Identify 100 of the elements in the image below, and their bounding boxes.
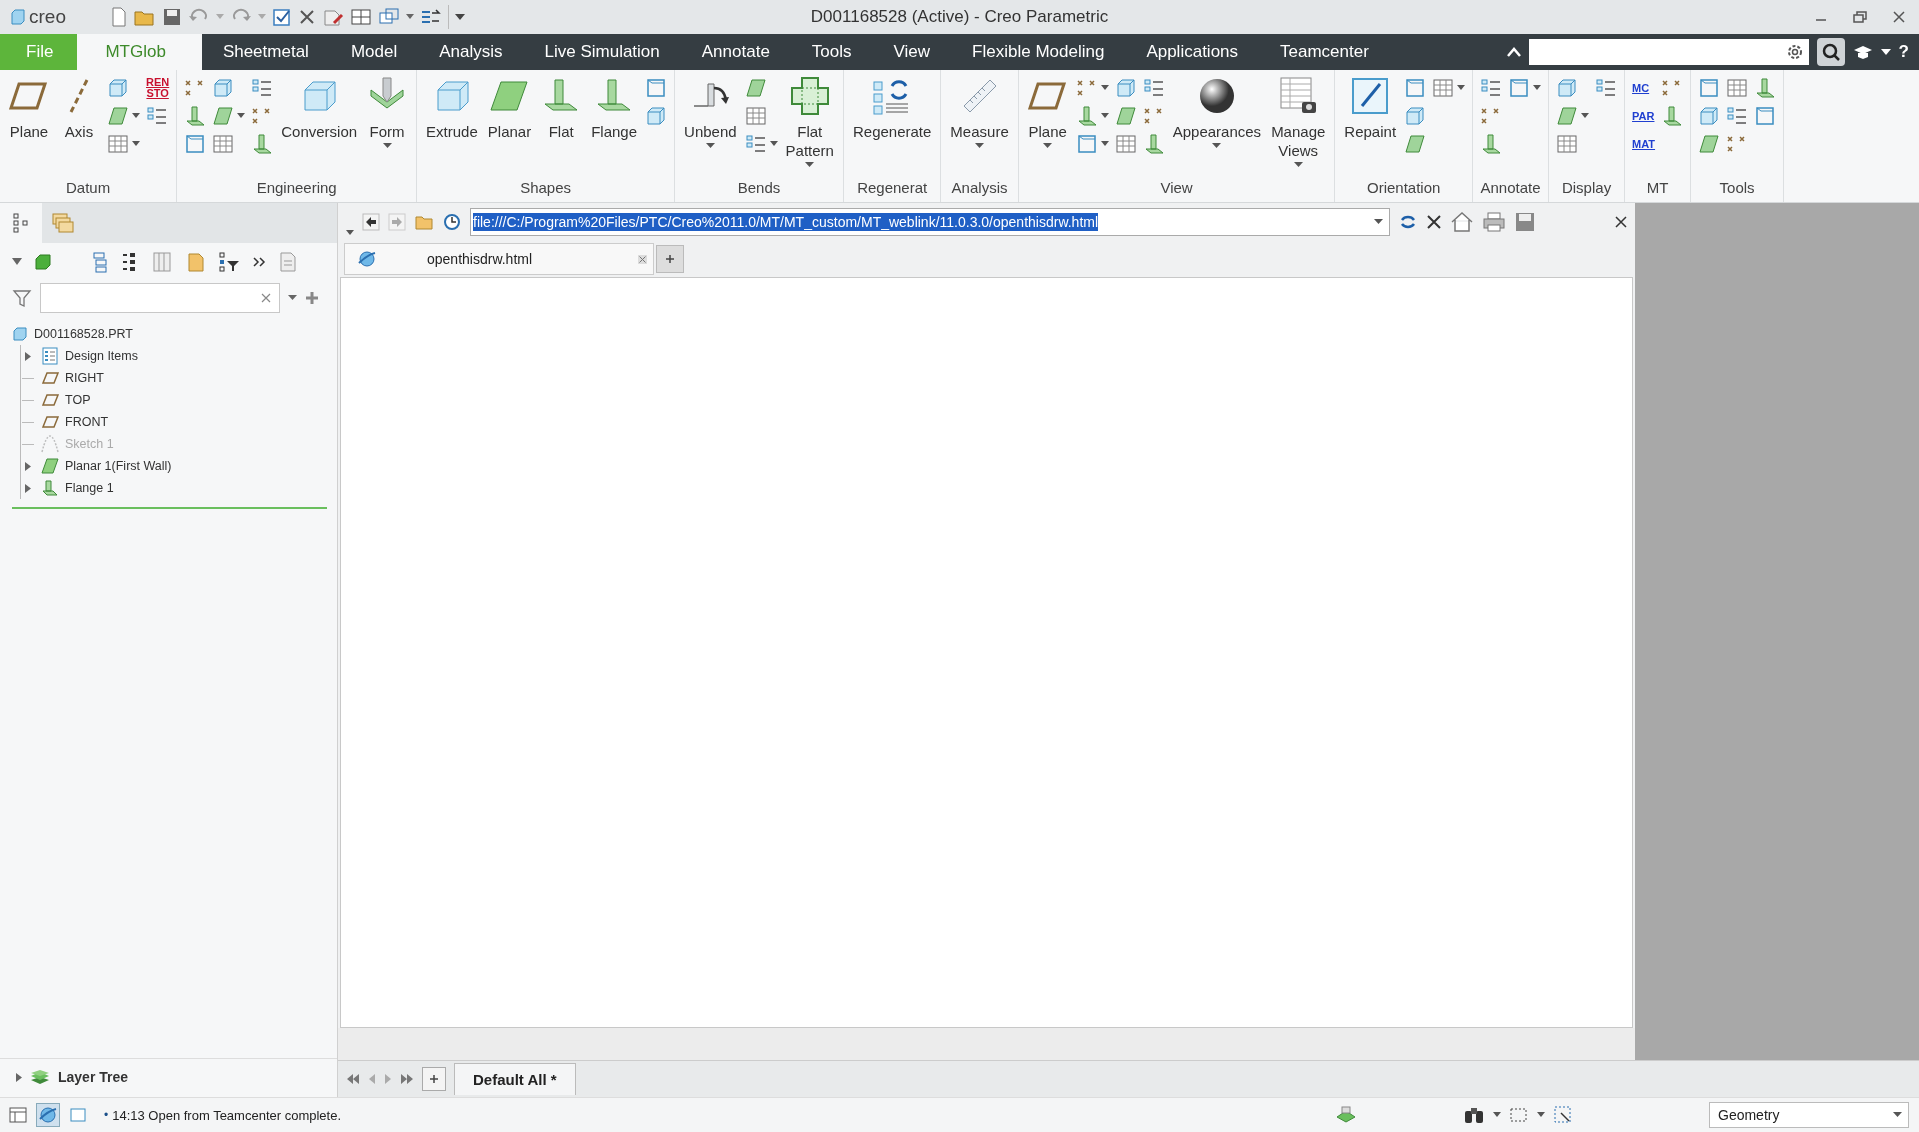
tree-item[interactable]: Flange 1 (65, 481, 114, 495)
text-tool-icon[interactable]: PAR (1632, 110, 1656, 122)
tool-button[interactable] (1114, 133, 1137, 155)
caret-icon[interactable] (1374, 219, 1383, 225)
expand-arrow-icon[interactable] (16, 1072, 22, 1082)
tool-button[interactable] (1404, 133, 1427, 155)
grid-icon[interactable] (350, 7, 372, 27)
ribbon-button[interactable]: Appearances (1170, 74, 1264, 151)
expand-arrow-icon[interactable] (25, 461, 31, 471)
tool-button[interactable] (107, 133, 140, 155)
selection-box-icon[interactable] (1553, 1105, 1573, 1125)
tool-button[interactable] (1404, 105, 1427, 127)
selection-box-icon[interactable] (1509, 1106, 1529, 1124)
ribbon-button[interactable]: Plane (1025, 74, 1070, 151)
previous-icon[interactable] (368, 1074, 376, 1084)
tool-button[interactable] (645, 77, 668, 99)
tool-button[interactable] (251, 77, 274, 99)
caret-icon[interactable] (455, 13, 465, 21)
ribbon-button[interactable]: Unbend (682, 74, 739, 151)
window-tab[interactable]: Default All * (454, 1063, 576, 1095)
ribbon-button[interactable]: Flange (589, 74, 640, 143)
caret-icon[interactable] (346, 230, 354, 235)
ribbon-button[interactable]: Flat Pattern (783, 74, 836, 170)
tool-button[interactable] (1754, 77, 1777, 99)
model-tree-tab[interactable] (0, 203, 42, 243)
ribbon-tab[interactable]: Teamcenter (1259, 34, 1390, 70)
url-field[interactable]: file:///C:/Program%20Files/PTC/Creo%2011.0/MT/MT_custom/MT_weblink/11.0.3.0/openthisdrw.html (470, 208, 1390, 236)
tree-item[interactable]: RIGHT (65, 371, 104, 385)
tool-button[interactable] (1698, 105, 1721, 127)
stop-icon[interactable] (1426, 214, 1442, 230)
tool-button[interactable] (1480, 77, 1503, 99)
first-icon[interactable] (346, 1074, 360, 1084)
browser-tab[interactable]: openthisdrw.html (344, 243, 654, 275)
text-tool-icon[interactable]: REN STO (146, 77, 170, 99)
ribbon-tab[interactable]: Analysis (418, 34, 524, 70)
tool-button[interactable] (1661, 105, 1684, 127)
binoculars-icon[interactable] (1463, 1105, 1485, 1125)
history-icon[interactable] (442, 212, 462, 232)
ribbon-button[interactable]: Measure (948, 74, 1011, 151)
help-button[interactable]: ? (1898, 42, 1909, 62)
text-tool-icon[interactable]: MAT (1632, 138, 1656, 150)
caret-icon[interactable] (1537, 1112, 1545, 1118)
tool-button[interactable] (1114, 77, 1137, 99)
ribbon-tab[interactable]: MTGlob (77, 34, 202, 70)
eraser-icon[interactable] (322, 7, 344, 27)
tool-button[interactable] (1726, 77, 1749, 99)
ribbon-button[interactable]: Repaint (1342, 74, 1399, 143)
ribbon-button[interactable]: Extrude (424, 74, 480, 143)
folder-icon[interactable] (186, 251, 206, 273)
caret-icon[interactable] (1880, 48, 1891, 56)
ribbon-button[interactable]: Regenerate (850, 74, 934, 143)
next-icon[interactable] (384, 1074, 392, 1084)
expand-arrow-icon[interactable] (25, 483, 31, 493)
ribbon-button[interactable]: Axis (57, 74, 101, 143)
layer-tree-label[interactable]: Layer Tree (58, 1069, 129, 1085)
ribbon-tab[interactable]: Live Simulation (523, 34, 681, 70)
expand-arrow-icon[interactable] (25, 351, 31, 361)
tool-button[interactable] (184, 105, 207, 127)
ribbon-button[interactable]: Conversion (279, 74, 360, 143)
add-icon[interactable] (305, 291, 319, 305)
ribbon-tab[interactable]: View (872, 34, 952, 70)
tool-button[interactable] (212, 105, 246, 127)
close-windows-icon[interactable] (298, 8, 316, 26)
tool-button[interactable] (1480, 133, 1503, 155)
ribbon-button[interactable]: Plane (7, 74, 51, 143)
ribbon-tab[interactable]: Annotate (680, 34, 791, 70)
ribbon-button[interactable]: Planar (485, 74, 534, 143)
tree-item[interactable]: FRONT (65, 415, 109, 429)
ribbon-tab[interactable]: Applications (1125, 34, 1260, 70)
search-button[interactable] (1816, 38, 1845, 66)
ribbon-tab[interactable]: Tools (790, 34, 873, 70)
tree-item[interactable]: D001168528.PRT (34, 327, 133, 341)
close-icon[interactable] (1893, 11, 1905, 23)
add-window-button[interactable] (422, 1067, 446, 1091)
caret-icon[interactable] (1493, 1112, 1501, 1118)
collapse-caret-icon[interactable] (1506, 47, 1521, 57)
ribbon-tab[interactable]: Flexible Modeling (951, 34, 1126, 70)
restore-icon[interactable] (1853, 11, 1867, 23)
search-field[interactable] (1528, 39, 1809, 65)
ribbon-button[interactable]: Form (365, 74, 410, 151)
ribbon-tab[interactable]: Sheetmetal (201, 34, 330, 70)
tool-button[interactable] (1698, 77, 1721, 99)
new-file-icon[interactable] (110, 7, 128, 27)
filter-icon[interactable] (12, 288, 32, 308)
tool-button[interactable] (1404, 77, 1427, 99)
tree-item[interactable]: Design Items (65, 349, 138, 363)
caret-icon[interactable] (406, 14, 414, 20)
tool-button[interactable] (1595, 77, 1618, 99)
tool-button[interactable] (1726, 105, 1749, 127)
close-icon[interactable] (1615, 216, 1627, 228)
tool-button[interactable] (645, 105, 668, 127)
home-icon[interactable] (1450, 211, 1474, 233)
double-chevron-icon[interactable] (252, 256, 266, 268)
tool-button[interactable] (1698, 133, 1721, 155)
last-icon[interactable] (400, 1074, 414, 1084)
graduation-cap-icon[interactable] (1852, 44, 1873, 60)
tool-button[interactable] (1075, 133, 1109, 155)
caret-icon[interactable] (288, 295, 297, 301)
tool-button[interactable] (744, 133, 778, 155)
tool-button[interactable] (1754, 105, 1777, 127)
